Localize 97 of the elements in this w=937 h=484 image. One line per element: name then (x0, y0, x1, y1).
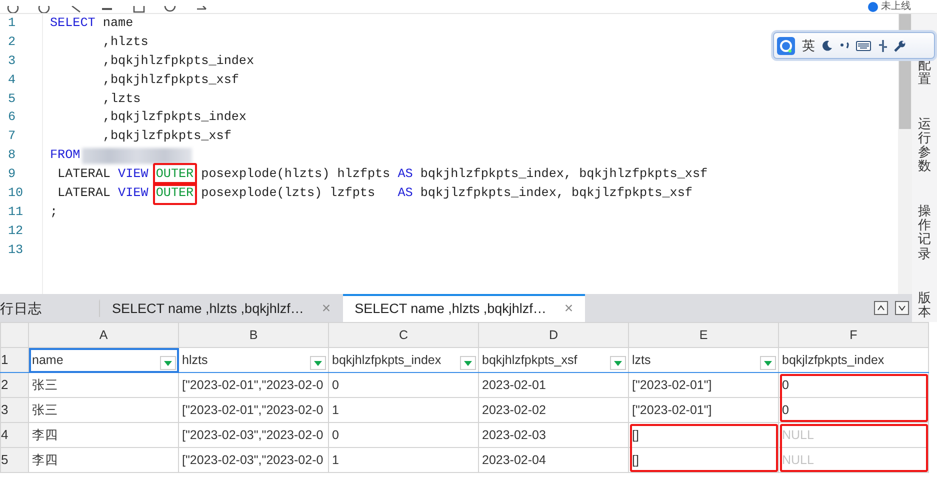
status-text: 未上线 (881, 1, 911, 13)
header-cell[interactable]: bqkjhlzfpkpts_index (328, 348, 478, 372)
column-header[interactable]: E (628, 322, 778, 348)
code-line: FROM (50, 147, 80, 164)
table-cell[interactable]: 李四 (28, 448, 178, 472)
collapse-down-button[interactable] (894, 301, 909, 315)
caret-down-icon (898, 305, 906, 311)
caret-up-icon (877, 305, 886, 311)
keyboard-icon[interactable] (856, 40, 872, 50)
split-icon[interactable] (878, 40, 888, 52)
header-cell[interactable]: name (28, 348, 178, 372)
table-cell[interactable]: 2023-02-04 (478, 448, 628, 472)
code-keyword: OUTER (156, 185, 194, 202)
close-icon[interactable]: × (564, 298, 574, 320)
code-line: posexplode(lzts) lzfpts AS bqkjlzfpkpts_index, bqkjlzfpkpts_xsf (200, 185, 692, 202)
code-keyword: OUTER (156, 166, 194, 184)
filter-button[interactable] (760, 356, 776, 370)
line-number: 8 (7, 147, 17, 164)
row-header[interactable]: 1 (0, 348, 28, 372)
line-number: 5 (7, 90, 17, 108)
punctuation-icon[interactable] (840, 42, 850, 50)
line-number: 12 (7, 222, 24, 240)
table-cell[interactable]: 张三 (28, 398, 178, 422)
triangle-icon (463, 360, 473, 366)
table-cell[interactable]: ["2023-02-03","2023-02-0 (178, 422, 328, 448)
code-line: ,bqkjhlzfpkpts_xsf (102, 72, 239, 89)
line-number: 9 (7, 166, 17, 184)
language-toggle[interactable]: 英 (802, 36, 815, 56)
code-line: SELECT name (50, 15, 134, 32)
info-icon (868, 2, 878, 12)
side-tab[interactable]: 版本 (918, 290, 931, 320)
table-cell[interactable]: 2023-02-03 (478, 422, 628, 448)
table-cell[interactable]: 张三 (28, 372, 178, 398)
row-header[interactable]: 4 (0, 422, 28, 448)
line-number: 3 (7, 52, 17, 70)
expand-up-button[interactable] (874, 301, 888, 315)
line-number: 4 (7, 72, 17, 89)
side-tab[interactable]: 操作记录 (918, 204, 931, 261)
code-line: ,bqkjlzfpkpts_index (102, 109, 246, 126)
code-line: ; (50, 204, 58, 221)
code-line: ,hlzts (102, 34, 148, 51)
table-cell[interactable]: 0 (328, 372, 478, 398)
filter-button[interactable] (610, 356, 626, 370)
table-cell[interactable]: ["2023-02-01"] (628, 372, 778, 398)
line-number: 10 (7, 185, 24, 202)
table-cell[interactable]: 2023-02-02 (478, 398, 628, 422)
q-logo-icon[interactable] (777, 36, 796, 54)
code-line: posexplode(hlzts) hlzfpts AS bqkjhlzfpkpts_index, bqkjhlzfpkpts_xsf (200, 166, 708, 184)
table-cell[interactable]: ["2023-02-01","2023-02-0 (178, 398, 328, 422)
table-cell[interactable]: [] (628, 422, 778, 448)
code-line: LATERAL VIEW (56, 185, 150, 202)
code-line: LATERAL VIEW (56, 166, 150, 184)
row-header[interactable]: 3 (0, 398, 28, 422)
header-cell[interactable]: bqkjlzfpkpts_index (778, 348, 928, 372)
table-cell[interactable]: ["2023-02-03","2023-02-0 (178, 448, 328, 472)
column-header[interactable]: C (328, 322, 478, 348)
header-cell[interactable]: hlzts (178, 348, 328, 372)
filter-button[interactable] (460, 356, 476, 370)
column-header[interactable]: A (28, 322, 178, 348)
triangle-icon (313, 360, 323, 366)
result-tab[interactable]: 行日志 (0, 299, 100, 317)
line-number: 6 (7, 109, 17, 126)
table-cell[interactable]: [] (628, 448, 778, 472)
table-cell[interactable]: 2023-02-01 (478, 372, 628, 398)
table-cell[interactable]: ["2023-02-01","2023-02-0 (178, 372, 328, 398)
table-cell[interactable]: 李四 (28, 422, 178, 448)
table-cell[interactable]: 0 (328, 422, 478, 448)
filter-button[interactable] (310, 356, 326, 370)
line-number: 13 (7, 242, 24, 259)
table-cell[interactable]: 1 (328, 448, 478, 472)
column-header[interactable]: F (778, 322, 928, 348)
side-tab[interactable]: 运行参数 (918, 116, 931, 174)
header-cell[interactable]: bqkjhlzfpkpts_xsf (478, 348, 628, 372)
table-cell[interactable]: ["2023-02-01"] (628, 398, 778, 422)
triangle-icon (613, 360, 623, 366)
triangle-icon (163, 360, 173, 366)
column-header[interactable]: D (478, 322, 628, 348)
line-number: 11 (7, 204, 24, 221)
code-line: ,bqkjhlzfpkpts_index (102, 52, 254, 70)
line-number: 1 (7, 15, 17, 32)
header-cell[interactable]: lzts (628, 348, 778, 372)
table-cell[interactable]: 0 (778, 372, 928, 398)
row-header[interactable]: 2 (0, 372, 28, 398)
column-header[interactable]: B (178, 322, 328, 348)
wrench-icon[interactable] (894, 40, 906, 52)
filter-button[interactable] (160, 356, 176, 370)
result-tab[interactable]: SELECT name ,hlzts ,bqkjhlzf… × (342, 294, 586, 322)
code-line: ,bqkjlzfpkpts_xsf (102, 128, 232, 146)
table-cell[interactable]: 0 (778, 398, 928, 422)
line-number: 7 (7, 128, 17, 146)
triangle-icon (763, 360, 773, 366)
line-number: 2 (7, 34, 17, 51)
code-line: ,lzts (102, 90, 141, 108)
moon-icon[interactable] (821, 40, 834, 52)
result-tab[interactable]: SELECT name ,hlzts ,bqkjhlzf… × (100, 294, 343, 322)
row-header[interactable]: 5 (0, 448, 28, 472)
table-cell[interactable]: 1 (328, 398, 478, 422)
